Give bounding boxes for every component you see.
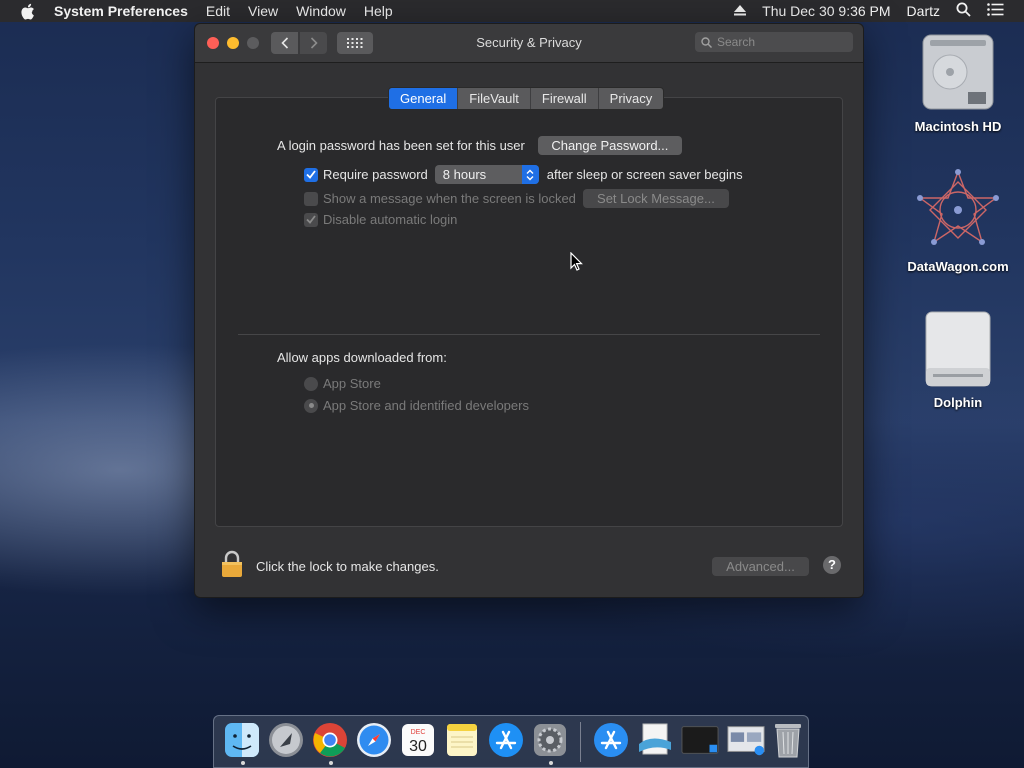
dock-chrome[interactable] xyxy=(312,721,348,765)
checkmark-icon xyxy=(306,215,316,224)
change-password-button[interactable]: Change Password... xyxy=(537,136,682,155)
tab-general[interactable]: General xyxy=(389,88,459,109)
general-tab-panel: A login password has been set for this u… xyxy=(215,97,843,527)
desktop-icon-label: DataWagon.com xyxy=(907,259,1009,274)
help-button[interactable]: ? xyxy=(823,556,841,574)
dock-preview[interactable] xyxy=(637,721,673,759)
lock-text: Click the lock to make changes. xyxy=(256,559,439,574)
dock-trash[interactable] xyxy=(773,721,804,759)
menu-view[interactable]: View xyxy=(248,3,278,19)
search-placeholder: Search xyxy=(717,35,756,49)
desktop-icon-macintosh-hd[interactable]: Macintosh HD xyxy=(903,32,1013,134)
desktop-icon-label: Dolphin xyxy=(933,395,983,410)
mouse-cursor-icon xyxy=(570,252,583,271)
select-arrows-icon xyxy=(521,165,539,184)
security-privacy-window: Security & Privacy Search A login passwo… xyxy=(194,23,864,598)
advanced-button[interactable]: Advanced... xyxy=(712,557,809,576)
apple-menu-icon[interactable] xyxy=(20,3,38,20)
system-preferences-icon xyxy=(534,723,566,756)
trash-icon xyxy=(775,723,802,757)
dock-downloads-stack[interactable] xyxy=(727,721,765,759)
tab-filevault[interactable]: FileVault xyxy=(458,88,531,109)
finder-icon xyxy=(225,722,259,757)
tab-privacy[interactable]: Privacy xyxy=(599,88,664,109)
dock-terminal[interactable] xyxy=(681,721,719,759)
window-titlebar[interactable]: Security & Privacy Search xyxy=(195,24,863,63)
search-icon xyxy=(701,36,712,48)
app-store-icon xyxy=(489,722,523,757)
datawagon-icon xyxy=(917,169,999,245)
menu-edit[interactable]: Edit xyxy=(206,3,230,19)
menu-user[interactable]: Dartz xyxy=(907,3,940,19)
downloads-stack-icon xyxy=(727,725,765,755)
dock: DEC 30 xyxy=(213,715,809,768)
notes-icon xyxy=(447,723,477,756)
disable-auto-login-checkbox[interactable] xyxy=(304,212,318,227)
menu-clock[interactable]: Thu Dec 30 9:36 PM xyxy=(762,3,890,19)
require-password-suffix: after sleep or screen saver begins xyxy=(546,167,743,182)
dock-system-preferences[interactable] xyxy=(532,721,568,765)
require-password-checkbox[interactable] xyxy=(304,167,318,182)
require-password-delay-select[interactable]: 8 hours xyxy=(434,165,539,184)
login-password-row: A login password has been set for this u… xyxy=(277,136,682,155)
radio-app-store-row: App Store xyxy=(304,376,381,391)
radio-app-store-identified-label: App Store and identified developers xyxy=(323,398,529,413)
hard-drive-icon xyxy=(922,34,994,110)
external-drive-icon xyxy=(925,311,991,387)
dock-safari[interactable] xyxy=(356,721,392,759)
radio-app-store-identified-row: App Store and identified developers xyxy=(304,398,529,413)
search-field[interactable]: Search xyxy=(695,32,853,52)
require-password-delay-value: 8 hours xyxy=(442,167,487,182)
calendar-month: DEC xyxy=(411,729,426,736)
desktop-icon-datawagon[interactable]: DataWagon.com xyxy=(903,168,1013,274)
require-password-label: Require password xyxy=(323,167,428,182)
chrome-icon xyxy=(313,722,347,757)
radio-app-store[interactable] xyxy=(304,376,318,391)
calendar-day: 30 xyxy=(409,738,427,755)
lock-icon[interactable] xyxy=(220,550,244,581)
dock-app-store[interactable] xyxy=(488,721,524,759)
checkmark-icon xyxy=(306,170,316,179)
safari-icon xyxy=(357,722,391,757)
show-message-label: Show a message when the screen is locked xyxy=(323,191,576,206)
desktop-icon-dolphin[interactable]: Dolphin xyxy=(903,310,1013,410)
tab-bar: General FileVault Firewall Privacy xyxy=(388,87,665,110)
login-password-text: A login password has been set for this u… xyxy=(277,138,525,153)
notification-center-icon[interactable] xyxy=(987,3,1004,19)
show-message-row: Show a message when the screen is locked… xyxy=(304,189,729,208)
launchpad-icon xyxy=(269,722,303,757)
disable-auto-login-row: Disable automatic login xyxy=(304,212,457,227)
require-password-row: Require password 8 hours after sleep or … xyxy=(304,165,743,184)
dock-app-store-download[interactable] xyxy=(593,721,629,759)
section-divider xyxy=(238,334,820,335)
spotlight-search-icon[interactable] xyxy=(956,2,971,20)
preview-icon xyxy=(638,723,671,754)
menu-app-name[interactable]: System Preferences xyxy=(54,3,188,19)
allow-apps-row: Allow apps downloaded from: xyxy=(277,350,447,365)
desktop-icon-label: Macintosh HD xyxy=(914,119,1002,134)
dock-separator xyxy=(580,721,581,762)
dock-finder[interactable] xyxy=(224,721,260,765)
allow-apps-label: Allow apps downloaded from: xyxy=(277,350,447,365)
tab-firewall[interactable]: Firewall xyxy=(531,88,599,109)
app-store-download-icon xyxy=(593,722,628,757)
menu-bar: System Preferences Edit View Window Help… xyxy=(0,0,1024,22)
window-footer: Click the lock to make changes. Advanced… xyxy=(195,542,863,592)
dock-notes[interactable] xyxy=(444,721,480,759)
disable-auto-login-label: Disable automatic login xyxy=(323,212,458,227)
terminal-icon xyxy=(681,725,719,754)
calendar-icon: DEC 30 xyxy=(402,723,434,756)
menu-window[interactable]: Window xyxy=(296,3,346,19)
show-message-checkbox[interactable] xyxy=(304,191,318,206)
eject-icon[interactable] xyxy=(734,3,747,19)
menu-help[interactable]: Help xyxy=(364,3,393,19)
set-lock-message-button[interactable]: Set Lock Message... xyxy=(582,189,729,208)
radio-app-store-label: App Store xyxy=(323,376,381,391)
dock-calendar[interactable]: DEC 30 xyxy=(400,721,436,759)
dock-launchpad[interactable] xyxy=(268,721,304,759)
radio-app-store-identified[interactable] xyxy=(304,398,318,413)
